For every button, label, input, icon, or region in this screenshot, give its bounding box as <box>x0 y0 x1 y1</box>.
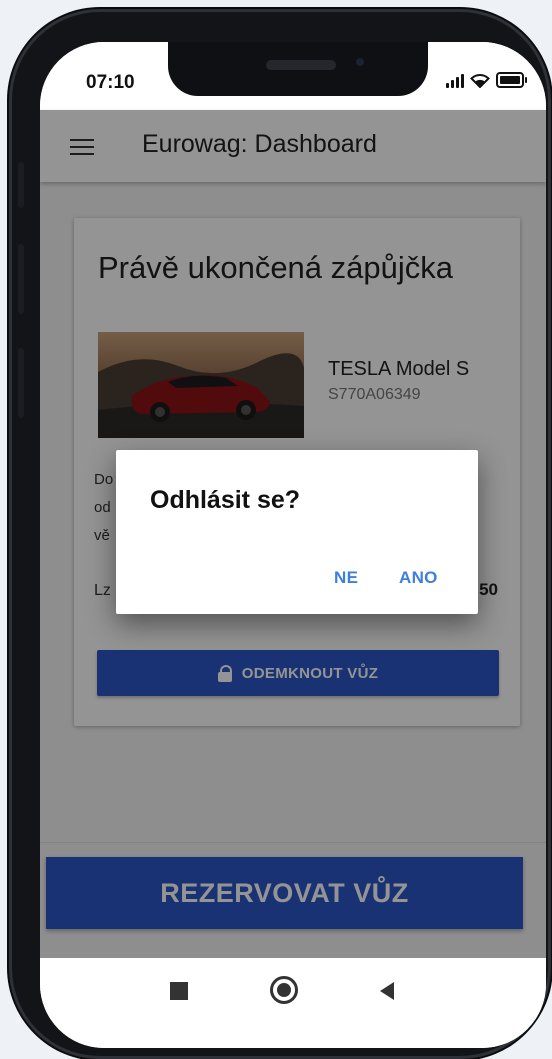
system-nav-bar <box>40 958 546 1048</box>
status-icons <box>446 72 527 88</box>
status-time: 07:10 <box>86 72 135 93</box>
phone-volume-down <box>18 348 24 418</box>
phone-side-button <box>18 162 24 208</box>
logout-dialog: Odhlásit se? NE ANO <box>116 450 478 614</box>
status-bar: 07:10 <box>40 42 546 112</box>
speaker <box>266 60 336 70</box>
circle-icon[interactable] <box>270 976 298 1004</box>
wifi-icon <box>470 74 490 88</box>
square-icon[interactable] <box>170 982 188 1000</box>
signal-icon <box>446 72 464 88</box>
front-camera <box>352 54 368 70</box>
phone-volume-up <box>18 244 24 314</box>
dialog-confirm-button[interactable]: ANO <box>399 568 438 588</box>
dialog-cancel-button[interactable]: NE <box>334 568 358 588</box>
dialog-title: Odhlásit se? <box>150 486 301 514</box>
phone-frame: 07:10 Eurowag: Dashboard Právě ukončená … <box>12 12 548 1056</box>
battery-icon <box>496 72 527 88</box>
notch <box>168 42 428 96</box>
phone-screen: 07:10 Eurowag: Dashboard Právě ukončená … <box>40 42 546 1048</box>
back-triangle-icon[interactable] <box>380 982 394 1000</box>
